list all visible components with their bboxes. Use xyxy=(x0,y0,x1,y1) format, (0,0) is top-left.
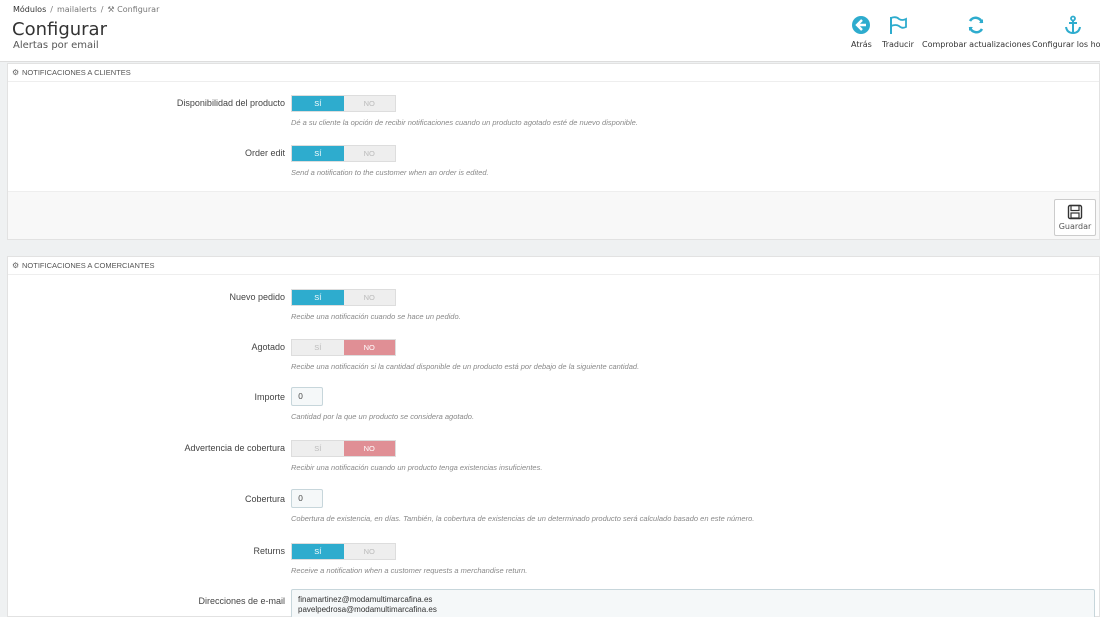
switch-yes[interactable]: SÍ xyxy=(292,340,344,355)
field-out-of-stock: Agotado SÍ NO Recibe una notificación si… xyxy=(8,337,1100,377)
check-updates-button[interactable]: Comprobar actualizaciones xyxy=(922,14,1031,49)
breadcrumb-modules[interactable]: Módulos xyxy=(13,5,46,14)
panel-title: NOTIFICACIONES A CLIENTES xyxy=(22,68,131,77)
configure-hooks-button[interactable]: Configurar los hooks xyxy=(1032,14,1100,49)
field-product-availability: Disponibilidad del producto SÍ NO Dé a s… xyxy=(8,93,1100,133)
help-text: Dé a su cliente la opción de recibir not… xyxy=(291,118,638,127)
switch-no[interactable]: NO xyxy=(344,96,396,111)
switch-no[interactable]: NO xyxy=(344,146,396,161)
save-icon xyxy=(1067,204,1083,220)
coverage-input[interactable]: 0 xyxy=(291,489,323,508)
switch-no[interactable]: NO xyxy=(343,340,395,355)
new-order-switch[interactable]: SÍ NO xyxy=(291,289,396,306)
returns-switch[interactable]: SÍ NO xyxy=(291,543,396,560)
field-coverage-warning: Advertencia de cobertura SÍ NO Recibir u… xyxy=(8,438,1100,478)
save-button[interactable]: Guardar xyxy=(1054,199,1096,236)
back-label: Atrás xyxy=(851,40,872,49)
configure-hooks-label: Configurar los hooks xyxy=(1032,40,1100,49)
help-text: Cobertura de existencia, en días. Tambié… xyxy=(291,514,755,523)
field-label: Direcciones de e-mail xyxy=(198,596,285,606)
field-email-addresses: Direcciones de e-mail finamartinez@modam… xyxy=(8,589,1100,617)
arrow-left-circle-icon xyxy=(852,16,871,34)
switch-yes[interactable]: SÍ xyxy=(292,96,344,111)
page-header: Módulos / mailalerts / ⚒ Configurar Configur… xyxy=(0,0,1100,62)
page-subtitle: Alertas por email xyxy=(13,40,99,51)
help-text: Send a notification to the customer when… xyxy=(291,168,489,177)
help-text: Recibir una notificación cuando un produ… xyxy=(291,463,543,472)
panel-title: NOTIFICACIONES A COMERCIANTES xyxy=(22,261,155,270)
field-label: Disponibilidad del producto xyxy=(176,98,285,108)
switch-no[interactable]: NO xyxy=(344,544,396,559)
field-label: Cobertura xyxy=(244,494,285,504)
switch-yes[interactable]: SÍ xyxy=(292,544,344,559)
flag-icon xyxy=(889,16,907,34)
panel-heading: ⚙ NOTIFICACIONES A COMERCIANTES xyxy=(8,257,1099,275)
field-label: Advertencia de cobertura xyxy=(184,443,285,453)
product-availability-switch[interactable]: SÍ NO xyxy=(291,95,396,112)
breadcrumb-mailalerts[interactable]: mailalerts xyxy=(57,5,97,14)
email-addresses-textarea[interactable]: finamartinez@modamultimarcafina.es pavel… xyxy=(291,589,1095,617)
field-order-edit: Order edit SÍ NO Send a notification to … xyxy=(8,143,1100,183)
field-coverage: Cobertura 0 Cobertura de existencia, en … xyxy=(8,489,1100,529)
out-of-stock-switch[interactable]: SÍ NO xyxy=(291,339,396,356)
cogs-icon: ⚙ xyxy=(12,68,20,77)
customers-notifications-panel: ⚙ NOTIFICACIONES A CLIENTES Disponibilida… xyxy=(7,63,1100,240)
breadcrumb: Módulos / mailalerts / ⚒ Configurar xyxy=(13,5,160,14)
field-label: Nuevo pedido xyxy=(229,292,285,302)
help-text: Recibe una notificación si la cantidad d… xyxy=(291,362,640,371)
save-label: Guardar xyxy=(1058,222,1092,231)
field-label: Agotado xyxy=(251,342,285,352)
email-line: finamartinez@modamultimarcafina.es xyxy=(298,595,433,604)
translate-label: Traducir xyxy=(882,40,914,49)
help-text: Receive a notification when a customer r… xyxy=(291,566,528,575)
coverage-warning-switch[interactable]: SÍ NO xyxy=(291,440,396,457)
merchants-notifications-panel: ⚙ NOTIFICACIONES A COMERCIANTES Nuevo ped… xyxy=(7,256,1100,617)
check-updates-label: Comprobar actualizaciones xyxy=(922,40,1031,49)
help-text: Cantidad por la que un producto se consi… xyxy=(291,412,475,421)
back-button[interactable]: Atrás xyxy=(851,14,872,49)
field-label: Order edit xyxy=(244,148,285,158)
field-new-order: Nuevo pedido SÍ NO Recibe una notificaci… xyxy=(8,287,1100,327)
wrench-icon: ⚒ xyxy=(107,5,115,14)
panel-footer: Guardar xyxy=(8,191,1099,239)
cogs-icon: ⚙ xyxy=(12,261,20,270)
breadcrumb-configure: Configurar xyxy=(117,5,160,14)
help-text: Recibe una notificación cuando se hace u… xyxy=(291,312,461,321)
field-label: Importe xyxy=(254,392,285,402)
panel-heading: ⚙ NOTIFICACIONES A CLIENTES xyxy=(8,64,1099,82)
email-line: pavelpedrosa@modamultimarcafina.es xyxy=(298,605,437,614)
field-threshold: Importe 0 Cantidad por la que un product… xyxy=(8,387,1100,427)
threshold-input[interactable]: 0 xyxy=(291,387,323,406)
switch-no[interactable]: NO xyxy=(344,290,396,305)
field-label: Returns xyxy=(253,546,285,556)
switch-yes[interactable]: SÍ xyxy=(292,441,344,456)
anchor-icon xyxy=(1065,15,1082,35)
field-returns: Returns SÍ NO Receive a notification whe… xyxy=(8,541,1100,581)
page-title: Configurar xyxy=(12,19,107,40)
switch-yes[interactable]: SÍ xyxy=(292,290,344,305)
translate-button[interactable]: Traducir xyxy=(882,14,914,49)
switch-no[interactable]: NO xyxy=(343,441,395,456)
refresh-icon xyxy=(969,16,984,34)
order-edit-switch[interactable]: SÍ NO xyxy=(291,145,396,162)
switch-yes[interactable]: SÍ xyxy=(292,146,344,161)
